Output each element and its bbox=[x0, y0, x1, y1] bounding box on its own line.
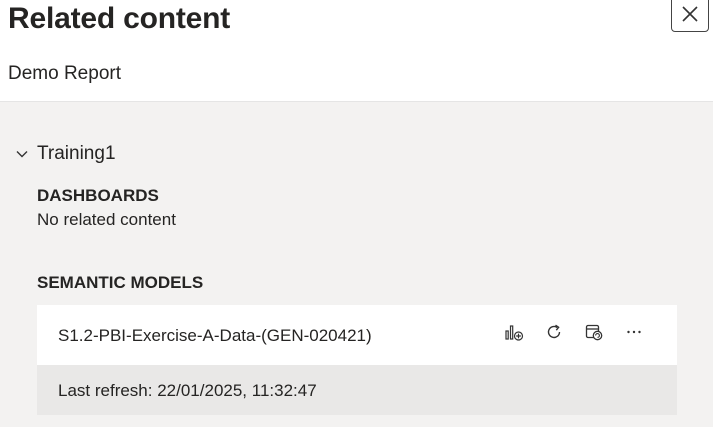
semantic-model-name[interactable]: S1.2-PBI-Exercise-A-Data-(GEN-020421) bbox=[58, 326, 372, 346]
semantic-model-actions bbox=[502, 320, 646, 344]
create-report-icon bbox=[505, 325, 524, 341]
close-button[interactable] bbox=[671, 0, 709, 32]
refresh-button[interactable] bbox=[542, 320, 566, 344]
schedule-refresh-button[interactable] bbox=[582, 320, 606, 344]
more-options-button[interactable] bbox=[622, 320, 646, 344]
semantic-models-heading: SEMANTIC MODELS bbox=[37, 273, 204, 292]
more-options-icon bbox=[627, 330, 641, 334]
last-refresh-row: Last refresh: 22/01/2025, 11:32:47 bbox=[37, 365, 677, 415]
panel-header: Related content Demo Report bbox=[0, 0, 713, 102]
semantic-model-card: S1.2-PBI-Exercise-A-Data-(GEN-020421) La… bbox=[37, 305, 677, 415]
last-refresh-label: Last refresh: bbox=[58, 381, 158, 400]
refresh-icon bbox=[547, 324, 561, 339]
dashboards-heading: DASHBOARDS bbox=[37, 186, 159, 205]
panel-title: Related content bbox=[8, 2, 231, 35]
group-toggle-training1[interactable]: Training1 bbox=[14, 143, 116, 165]
last-refresh-timestamp: 22/01/2025, 11:32:47 bbox=[157, 381, 317, 400]
group-name: Training1 bbox=[37, 143, 116, 164]
semantic-model-row: S1.2-PBI-Exercise-A-Data-(GEN-020421) bbox=[37, 305, 677, 365]
create-report-button[interactable] bbox=[502, 320, 526, 344]
dashboards-empty-text: No related content bbox=[37, 210, 176, 229]
close-icon bbox=[682, 6, 698, 22]
report-name: Demo Report bbox=[8, 63, 121, 84]
schedule-refresh-icon bbox=[585, 324, 603, 341]
chevron-down-icon bbox=[16, 151, 28, 158]
last-refresh-text: Last refresh: 22/01/2025, 11:32:47 bbox=[58, 381, 317, 401]
